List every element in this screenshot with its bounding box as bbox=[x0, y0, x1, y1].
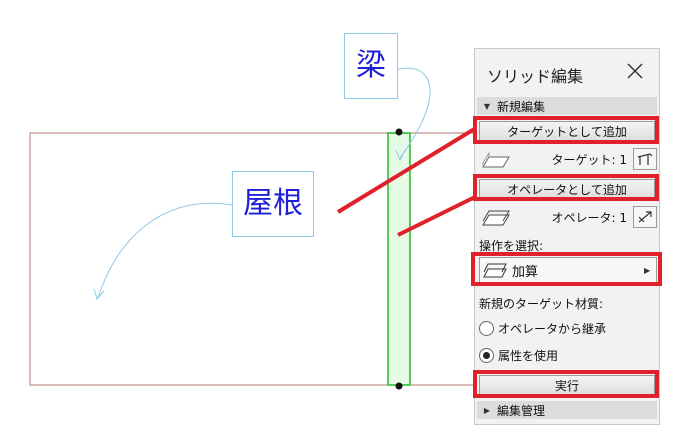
beam-callout-text: 梁 bbox=[356, 48, 386, 83]
radio-use-attributes[interactable]: 属性を使用 bbox=[479, 344, 558, 366]
collapse-triangle-icon: ▼ bbox=[483, 101, 491, 111]
close-icon[interactable] bbox=[625, 61, 645, 81]
operation-value: 加算 bbox=[512, 264, 539, 280]
beam-endpoint-bottom[interactable] bbox=[395, 382, 403, 390]
dropdown-arrow-icon: ▶ bbox=[644, 265, 651, 275]
radio-use-attr-indicator[interactable] bbox=[479, 347, 494, 363]
target-row: ターゲット: 1 bbox=[479, 147, 657, 171]
operator-row: オペレータ: 1 bbox=[479, 205, 657, 229]
target-select-icon bbox=[637, 153, 653, 165]
section-new-edit[interactable]: ▼ 新規編集 bbox=[477, 97, 657, 115]
beam-callout: 梁 bbox=[344, 33, 398, 99]
operation-dropdown[interactable]: 加算 ▶ bbox=[479, 257, 657, 283]
solid-edit-panel: ソリッド編集 ▼ 新規編集 ターゲットとして追加 ターゲット: 1 オペレータと… bbox=[474, 48, 660, 425]
beam-endpoint-top[interactable] bbox=[395, 128, 403, 136]
section-edit-management[interactable]: ▶ 編集管理 bbox=[477, 401, 657, 419]
radio-inherit-from-operator[interactable]: オペレータから継承 bbox=[479, 317, 606, 339]
radio-use-attr-label: 属性を使用 bbox=[498, 348, 559, 363]
add-operation-icon bbox=[480, 260, 510, 280]
execute-button[interactable]: 実行 bbox=[479, 375, 655, 395]
operator-select-icon bbox=[638, 211, 652, 223]
section-edit-management-label: 編集管理 bbox=[497, 403, 546, 418]
select-operator-button[interactable] bbox=[633, 206, 657, 228]
select-operation-label: 操作を選択: bbox=[479, 239, 544, 253]
add-as-operator-button[interactable]: オペレータとして追加 bbox=[479, 179, 655, 199]
select-target-button[interactable] bbox=[633, 148, 657, 170]
roof-callout: 屋根 bbox=[232, 171, 314, 237]
radio-inherit-indicator[interactable] bbox=[479, 320, 494, 336]
new-target-material-label: 新規のターゲット材質: bbox=[479, 297, 604, 311]
operator-solid-icon bbox=[479, 206, 513, 228]
roof-callout-text: 屋根 bbox=[243, 186, 303, 221]
roof-callout-arrow bbox=[97, 202, 233, 299]
panel-title: ソリッド編集 bbox=[487, 67, 584, 86]
add-as-target-button[interactable]: ターゲットとして追加 bbox=[479, 121, 655, 141]
radio-inherit-label: オペレータから継承 bbox=[498, 321, 607, 336]
target-count-label: ターゲット: 1 bbox=[551, 152, 628, 167]
target-solid-icon bbox=[479, 148, 513, 170]
section-new-edit-label: 新規編集 bbox=[497, 99, 546, 114]
operator-count-label: オペレータ: 1 bbox=[551, 210, 628, 225]
expand-triangle-icon: ▶ bbox=[483, 405, 491, 415]
